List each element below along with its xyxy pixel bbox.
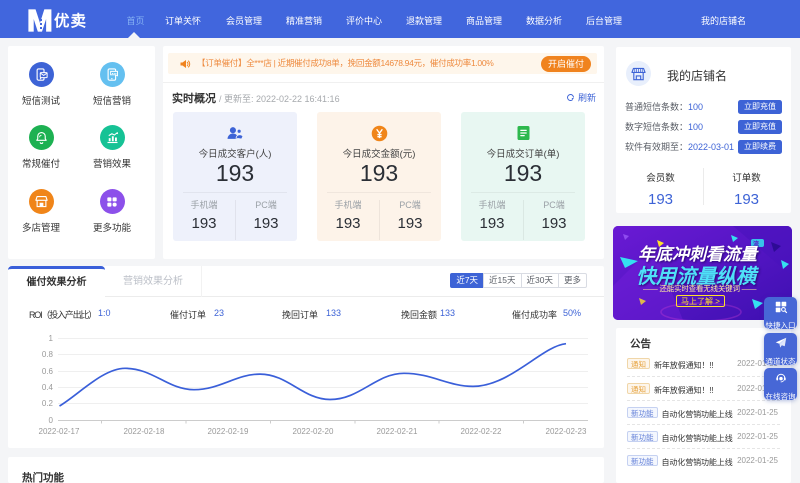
svg-text:2022-02-22: 2022-02-22 bbox=[461, 427, 502, 436]
svg-text:2022-02-18: 2022-02-18 bbox=[124, 427, 165, 436]
svg-text:0.6: 0.6 bbox=[42, 367, 54, 376]
svg-text:2022-02-21: 2022-02-21 bbox=[377, 427, 418, 436]
svg-text:0.8: 0.8 bbox=[42, 350, 54, 359]
svg-text:1: 1 bbox=[49, 334, 54, 343]
svg-text:0.4: 0.4 bbox=[42, 383, 54, 392]
svg-text:2022-02-19: 2022-02-19 bbox=[208, 427, 249, 436]
svg-text:0: 0 bbox=[49, 416, 54, 425]
svg-text:2022-02-23: 2022-02-23 bbox=[546, 427, 587, 436]
svg-text:0.2: 0.2 bbox=[42, 399, 54, 408]
svg-text:2022-02-17: 2022-02-17 bbox=[39, 427, 80, 436]
svg-text:2022-02-20: 2022-02-20 bbox=[293, 427, 334, 436]
